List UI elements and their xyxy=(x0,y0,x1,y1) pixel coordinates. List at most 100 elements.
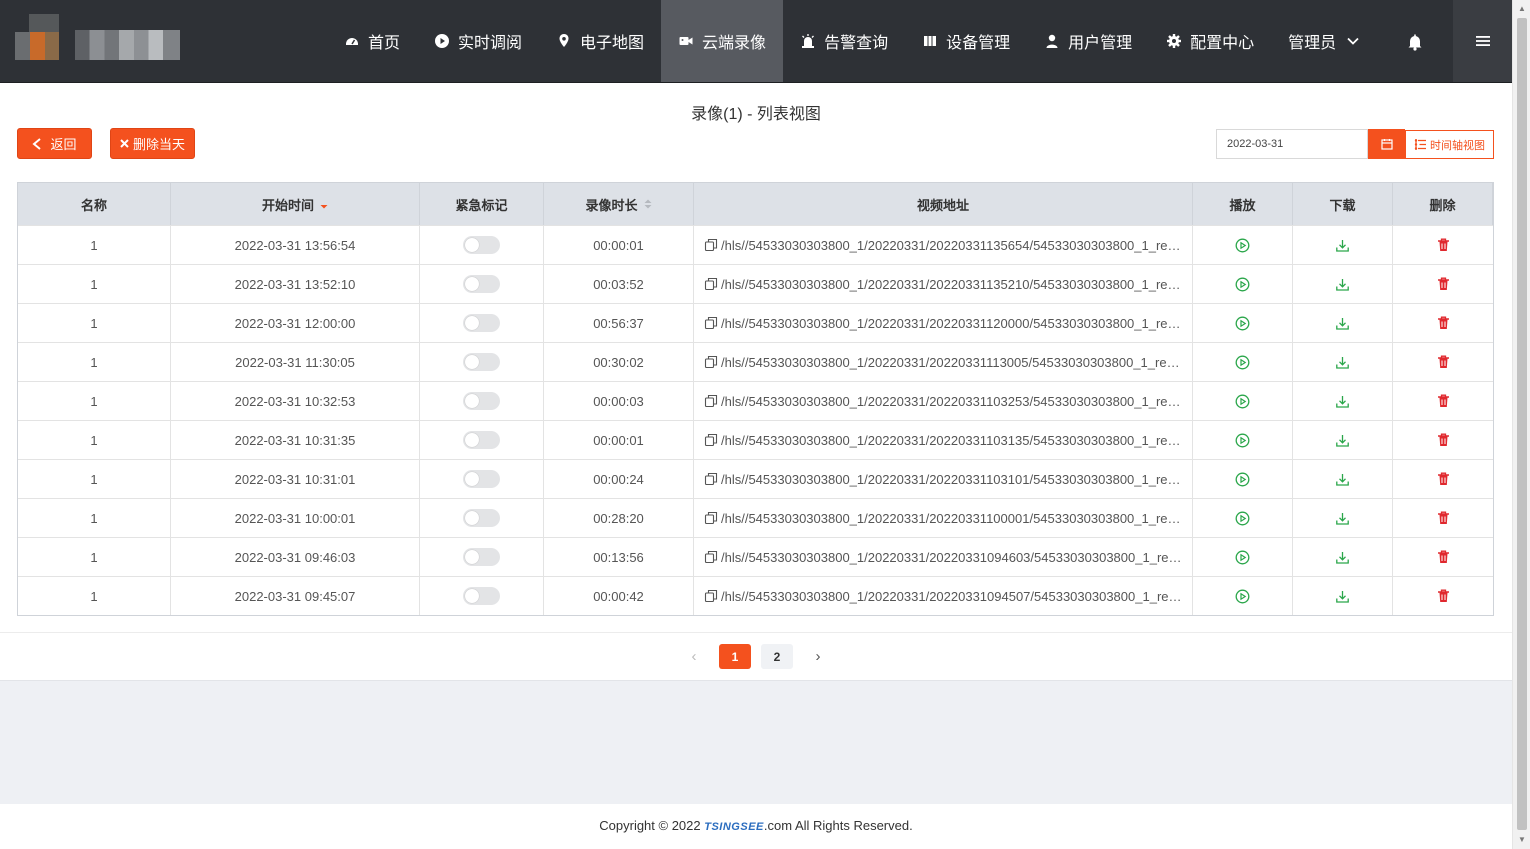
copy-icon[interactable] xyxy=(704,238,718,252)
copy-icon[interactable] xyxy=(704,511,718,525)
cell-video-url: /hls//54533030303800_1/20220331/20220331… xyxy=(694,421,1193,459)
copy-icon[interactable] xyxy=(704,550,718,564)
play-icon[interactable] xyxy=(1235,472,1250,487)
urgent-toggle[interactable] xyxy=(463,509,500,527)
header-start-time[interactable]: 开始时间 xyxy=(171,183,420,225)
nav-item-config[interactable]: 配置中心 xyxy=(1149,0,1271,82)
header-name[interactable]: 名称 xyxy=(18,183,171,225)
download-icon[interactable] xyxy=(1335,472,1350,487)
cell-play xyxy=(1193,382,1293,420)
play-icon[interactable] xyxy=(1235,433,1250,448)
page-button-1[interactable]: 1 xyxy=(719,644,751,669)
logo[interactable] xyxy=(15,14,180,60)
cell-download xyxy=(1293,421,1393,459)
nav-item-users[interactable]: 用户管理 xyxy=(1027,0,1149,82)
trash-icon[interactable] xyxy=(1437,589,1450,603)
page-button-2[interactable]: 2 xyxy=(761,644,793,669)
urgent-toggle[interactable] xyxy=(463,236,500,254)
nav-item-map[interactable]: 电子地图 xyxy=(539,0,661,82)
download-icon[interactable] xyxy=(1335,355,1350,370)
urgent-toggle[interactable] xyxy=(463,275,500,293)
delete-day-button[interactable]: 删除当天 xyxy=(110,128,195,159)
trash-icon[interactable] xyxy=(1437,355,1450,369)
urgent-toggle[interactable] xyxy=(463,314,500,332)
download-icon[interactable] xyxy=(1335,316,1350,331)
nav-item-home[interactable]: 首页 xyxy=(327,0,417,82)
cell-video-url: /hls//54533030303800_1/20220331/20220331… xyxy=(694,343,1193,381)
cell-delete xyxy=(1393,577,1493,615)
next-page-button[interactable]: › xyxy=(803,644,833,670)
urgent-toggle[interactable] xyxy=(463,392,500,410)
cell-download xyxy=(1293,226,1393,264)
cell-urgent-flag xyxy=(420,538,544,576)
play-icon[interactable] xyxy=(1235,355,1250,370)
urgent-toggle[interactable] xyxy=(463,587,500,605)
header-duration[interactable]: 录像时长 xyxy=(544,183,694,225)
cell-urgent-flag xyxy=(420,382,544,420)
trash-icon[interactable] xyxy=(1437,472,1450,486)
cell-start-time: 2022-03-31 09:46:03 xyxy=(171,538,420,576)
header-play: 播放 xyxy=(1193,183,1293,225)
header-download: 下载 xyxy=(1293,183,1393,225)
calendar-button[interactable] xyxy=(1368,129,1405,159)
play-icon[interactable] xyxy=(1235,277,1250,292)
cell-name: 1 xyxy=(18,460,171,498)
timeline-view-button[interactable]: 时间轴视图 xyxy=(1405,130,1494,159)
nav-item-live[interactable]: 实时调阅 xyxy=(417,0,539,82)
copy-icon[interactable] xyxy=(704,589,718,603)
cell-name: 1 xyxy=(18,421,171,459)
download-icon[interactable] xyxy=(1335,277,1350,292)
chevron-left-icon xyxy=(32,137,42,150)
play-icon[interactable] xyxy=(1235,589,1250,604)
trash-icon[interactable] xyxy=(1437,550,1450,564)
download-icon[interactable] xyxy=(1335,238,1350,253)
back-button[interactable]: 返回 xyxy=(17,128,92,159)
cell-download xyxy=(1293,577,1393,615)
play-icon[interactable] xyxy=(1235,238,1250,253)
play-icon[interactable] xyxy=(1235,511,1250,526)
download-icon[interactable] xyxy=(1335,550,1350,565)
trash-icon[interactable] xyxy=(1437,277,1450,291)
scroll-down-arrow[interactable]: ▼ xyxy=(1517,835,1527,845)
copy-icon[interactable] xyxy=(704,472,718,486)
prev-page-button[interactable]: ‹ xyxy=(679,644,709,670)
cell-start-time: 2022-03-31 09:45:07 xyxy=(171,577,420,615)
urgent-toggle[interactable] xyxy=(463,431,500,449)
copy-icon[interactable] xyxy=(704,316,718,330)
trash-icon[interactable] xyxy=(1437,238,1450,252)
scroll-up-arrow[interactable]: ▲ xyxy=(1517,4,1527,14)
play-icon[interactable] xyxy=(1235,394,1250,409)
copy-icon[interactable] xyxy=(704,277,718,291)
download-icon[interactable] xyxy=(1335,511,1350,526)
trash-icon[interactable] xyxy=(1437,394,1450,408)
admin-dropdown[interactable]: 管理员 xyxy=(1271,0,1377,82)
urgent-toggle[interactable] xyxy=(463,548,500,566)
download-icon[interactable] xyxy=(1335,433,1350,448)
scroll-thumb[interactable] xyxy=(1517,18,1527,830)
trash-icon[interactable] xyxy=(1437,433,1450,447)
urgent-toggle[interactable] xyxy=(463,470,500,488)
play-icon[interactable] xyxy=(1235,550,1250,565)
menu-toggle-button[interactable] xyxy=(1453,0,1512,82)
cell-duration: 00:00:01 xyxy=(544,421,694,459)
date-input[interactable]: 2022-03-31 xyxy=(1216,129,1368,159)
cell-video-url: /hls//54533030303800_1/20220331/20220331… xyxy=(694,382,1193,420)
nav-item-devices[interactable]: 设备管理 xyxy=(905,0,1027,82)
trash-icon[interactable] xyxy=(1437,511,1450,525)
cell-video-url: /hls//54533030303800_1/20220331/20220331… xyxy=(694,538,1193,576)
copy-icon[interactable] xyxy=(704,355,718,369)
copy-icon[interactable] xyxy=(704,394,718,408)
play-icon[interactable] xyxy=(1235,316,1250,331)
download-icon[interactable] xyxy=(1335,394,1350,409)
nav-item-alarm[interactable]: 告警查询 xyxy=(783,0,905,82)
bell-icon[interactable] xyxy=(1404,31,1426,53)
urgent-toggle[interactable] xyxy=(463,353,500,371)
trash-icon[interactable] xyxy=(1437,316,1450,330)
download-icon[interactable] xyxy=(1335,589,1350,604)
nav-item-cloud-record[interactable]: 云端录像 xyxy=(661,0,784,82)
cell-start-time: 2022-03-31 10:31:35 xyxy=(171,421,420,459)
footer-brand-link[interactable]: TSINGSEE xyxy=(704,821,764,833)
copy-icon[interactable] xyxy=(704,433,718,447)
timeline-icon xyxy=(1414,139,1426,150)
vertical-scrollbar[interactable]: ▲ ▼ xyxy=(1512,0,1530,849)
